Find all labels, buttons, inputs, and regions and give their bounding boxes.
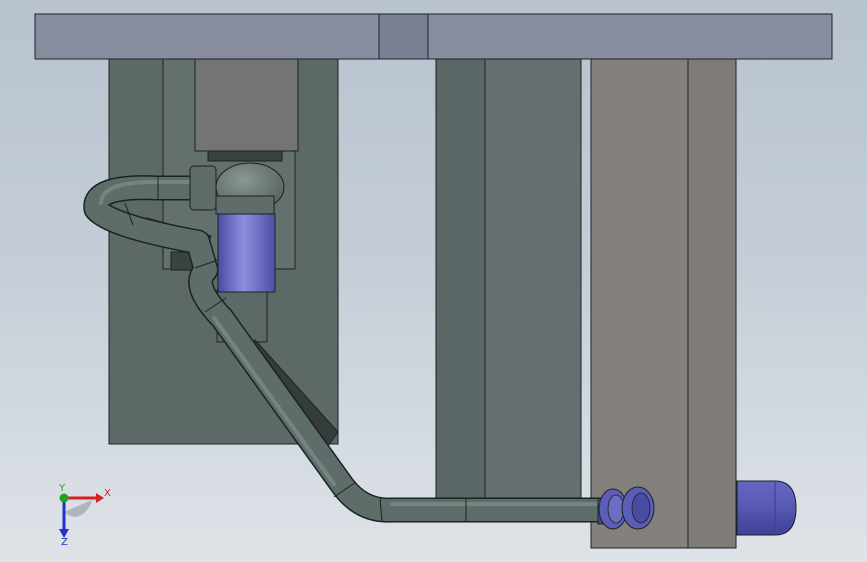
y-axis-label: Y xyxy=(58,483,66,494)
model-viewport[interactable] xyxy=(0,0,867,562)
top-plate-center-gap xyxy=(378,13,429,60)
elbow-neck xyxy=(215,195,275,215)
left-block-cap xyxy=(194,58,299,152)
right-block-right-face xyxy=(687,58,737,549)
z-axis-label: Z xyxy=(61,537,68,546)
middle-block[interactable] xyxy=(435,58,582,510)
nozzle-ring-2-inner xyxy=(631,492,651,524)
x-axis-arrow-icon xyxy=(96,493,104,503)
top-plate-left xyxy=(34,13,380,60)
triad-shadow-icon xyxy=(64,500,92,517)
right-block[interactable] xyxy=(590,58,737,549)
blue-nozzle-fitting[interactable] xyxy=(597,486,655,530)
middle-block-front-face xyxy=(484,58,582,510)
blue-cylinder-right[interactable] xyxy=(736,480,797,536)
x-axis-label: X xyxy=(104,488,111,499)
middle-block-left-face xyxy=(435,58,486,510)
left-block-ring xyxy=(207,150,283,162)
y-axis-origin-icon xyxy=(59,493,69,503)
elbow-collar xyxy=(189,165,217,211)
top-plate-right xyxy=(427,13,833,60)
blue-fitting-body xyxy=(217,213,276,293)
elbow-fitting[interactable] xyxy=(189,162,285,215)
coordinate-triad[interactable]: X Z Y xyxy=(48,482,118,546)
blue-cylinder-body xyxy=(736,480,797,536)
right-block-left-face xyxy=(590,58,689,549)
top-plate[interactable] xyxy=(34,13,833,60)
blue-fitting-vertical[interactable] xyxy=(217,213,276,293)
